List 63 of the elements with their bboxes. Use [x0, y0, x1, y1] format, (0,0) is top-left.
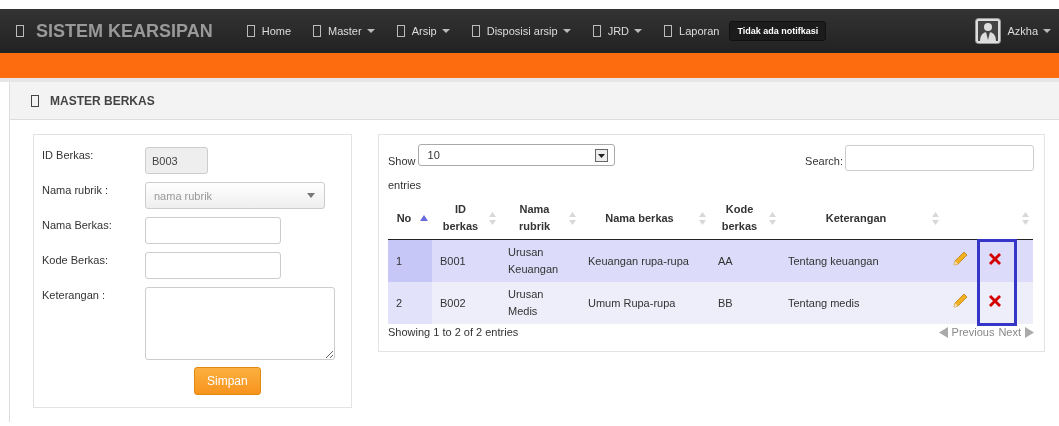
field-label: Kode Berkas:: [42, 253, 110, 266]
table-cell: Urusan Keuangan: [500, 239, 580, 282]
id-field[interactable]: B003: [145, 147, 208, 174]
delete-icon[interactable]: [987, 292, 1003, 309]
delete-icon[interactable]: [987, 250, 1003, 267]
square-icon: [664, 25, 673, 37]
table-cell: Tentang medis: [780, 282, 943, 324]
table-cell: Keuangan rupa-rupa: [580, 239, 710, 282]
table-info: Showing 1 to 2 of 2 entries: [388, 326, 519, 338]
table-cell: 2: [388, 282, 432, 324]
nav-link[interactable]: Master: [328, 25, 375, 37]
square-icon: [313, 25, 322, 37]
table-cell: B002: [432, 282, 500, 324]
dropdown-icon: [594, 148, 608, 162]
entries-label: entries: [388, 179, 423, 191]
nav-link[interactable]: JRD: [607, 25, 643, 37]
panel-title: MASTER BERKAS: [50, 93, 155, 108]
square-icon: [246, 25, 255, 37]
table-cell: 1: [388, 239, 432, 282]
field-label: Nama rubrik :: [42, 183, 110, 196]
show-label: Show: [388, 154, 416, 167]
pencil-icon[interactable]: [952, 292, 968, 309]
pencil-icon[interactable]: [952, 250, 968, 267]
column-header[interactable]: Kode berkas: [710, 197, 780, 240]
nav-link[interactable]: Disposisi arsip: [486, 25, 571, 37]
notification-button[interactable]: Tidak ada notifkasi: [729, 21, 827, 41]
column-header[interactable]: Nama berkas: [580, 197, 710, 240]
text-field[interactable]: [145, 217, 281, 244]
square-icon: [592, 25, 601, 37]
user-menu[interactable]: Azkha: [1007, 25, 1051, 37]
column-header[interactable]: Keterangan: [780, 197, 943, 240]
brand-title[interactable]: SISTEM KEARSIPAN: [36, 20, 213, 42]
search-label: Search:: [805, 154, 843, 167]
square-icon: [471, 25, 480, 37]
text-area[interactable]: [145, 287, 335, 360]
next-link[interactable]: Next: [998, 326, 1021, 338]
nav-link[interactable]: Arsip: [411, 25, 450, 37]
search-field[interactable]: [845, 145, 1034, 171]
square-icon: [31, 94, 39, 107]
nav-link[interactable]: Laporan: [679, 25, 720, 37]
caret-icon: [1043, 29, 1051, 33]
previous-link[interactable]: Previous: [951, 326, 995, 338]
table-cell: Tentang keuangan: [780, 239, 943, 282]
table-cell: Urusan Medis: [500, 282, 580, 324]
column-header[interactable]: No: [388, 197, 432, 240]
text-field[interactable]: [145, 252, 281, 279]
field-label: ID Berkas:: [42, 148, 95, 161]
column-header[interactable]: Nama rubrik: [500, 197, 580, 240]
caret-icon: [307, 193, 315, 198]
field-label: Keterangan :: [42, 288, 106, 301]
table-cell: B001: [432, 239, 500, 282]
column-header[interactable]: ID berkas: [432, 197, 500, 240]
table-cell: AA: [710, 239, 780, 282]
page-size-select[interactable]: 10: [417, 144, 615, 166]
table-cell: Umum Rupa-rupa: [580, 282, 710, 324]
user-avatar-icon[interactable]: [975, 18, 1002, 44]
square-icon: [16, 25, 24, 37]
next-arrow-icon: [1025, 326, 1034, 338]
previous-arrow-icon: [938, 326, 948, 338]
table-cell: BB: [710, 282, 780, 324]
field-label: Nama Berkas:: [42, 218, 113, 231]
square-icon: [396, 25, 405, 37]
nav-link[interactable]: Home: [261, 25, 292, 37]
